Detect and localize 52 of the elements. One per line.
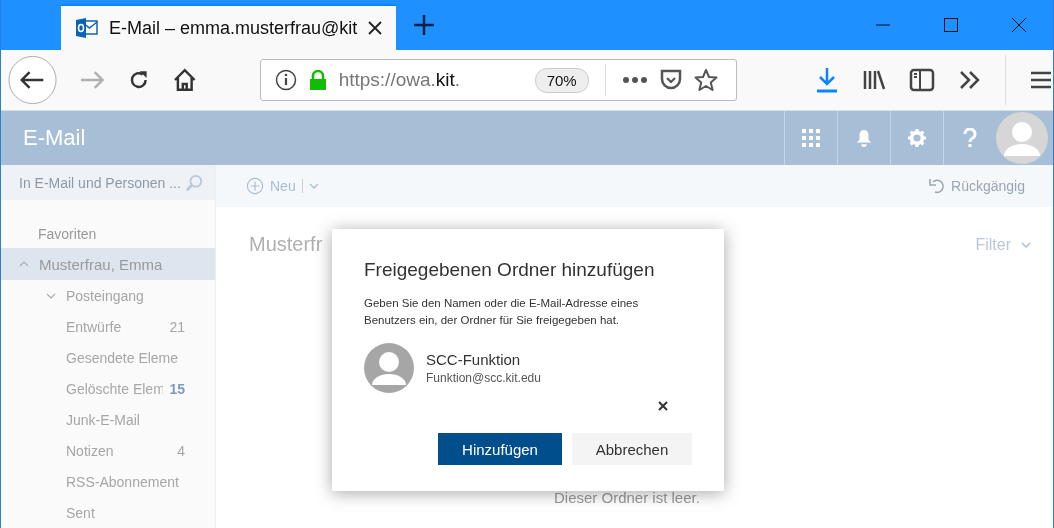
person-email: Funktion@scc.kit.edu [426,371,541,385]
maximize-icon[interactable] [943,17,959,33]
app-title: E-Mail [23,125,86,151]
grid-icon [802,129,820,147]
folder-item[interactable]: Notizen 4 [1,435,215,466]
remove-icon[interactable] [658,401,668,411]
folder-item[interactable]: Gesendete Eleme [1,342,215,373]
folder-item[interactable]: Junk-E-Mail [1,404,215,435]
folder-item[interactable]: Sent [1,497,215,528]
menu-icon[interactable] [1029,70,1053,90]
person-name: SCC-Funktion [426,351,522,368]
bell-icon [856,129,872,147]
add-button[interactable]: Hinzufügen [438,433,562,465]
search-box[interactable]: In E-Mail und Personen ... [1,165,215,200]
cancel-button[interactable]: Abbrechen [572,433,692,465]
address-bar[interactable]: https://owa.kit. 70% [259,59,737,101]
folder-item[interactable]: Posteingang [1,280,215,311]
more-icon[interactable] [621,76,648,84]
folder-item[interactable]: RSS-Abonnement [1,466,215,497]
info-icon[interactable] [274,69,297,91]
download-icon[interactable] [815,67,839,93]
close-icon[interactable] [368,21,382,35]
person-avatar [364,343,414,393]
section-label: Favoriten [38,226,98,244]
folder-title: Musterfr [249,233,323,256]
library-icon[interactable] [862,68,886,92]
account-item[interactable]: Musterfrau, Emma [1,248,215,280]
sidebar-icon[interactable] [909,68,935,92]
empty-message: Dieser Ordner ist leer. [554,489,700,506]
dialog-description: Geben Sie den Namen oder die E-Mail-Adresse eines Benutzers ein, der Ordner für Sie freigegeben hat. [364,296,640,328]
lock-icon [307,69,328,91]
new-button[interactable]: Neu [246,177,296,195]
zoom-level[interactable]: 70% [534,67,589,93]
folder-item[interactable]: Entwürfe 21 [1,311,215,342]
filter-button[interactable]: Filter [975,233,1031,256]
url-text: https://owa.kit. [338,69,462,91]
folder-item[interactable]: Gelöschte Elem 15 [1,373,215,404]
mail-app-icon [75,16,99,40]
tab-title: E-Mail – emma.musterfrau@kit [109,17,358,39]
browser-tab[interactable]: E-Mail – emma.musterfrau@kit [61,4,396,50]
search-field[interactable]: In E-Mail und Personen ... [19,174,185,191]
star-icon[interactable] [693,68,718,92]
new-tab-icon[interactable] [414,15,434,35]
close-icon[interactable] [1011,17,1027,33]
help-icon [963,128,977,148]
dialog-title: Freigegebenen Ordner hinzufügen [364,259,656,281]
back-button[interactable] [8,55,58,105]
plus-icon [246,177,264,195]
settings-icon [908,129,926,147]
undo-icon [929,178,946,194]
shield-icon[interactable] [658,68,683,92]
home-icon[interactable] [172,67,198,93]
